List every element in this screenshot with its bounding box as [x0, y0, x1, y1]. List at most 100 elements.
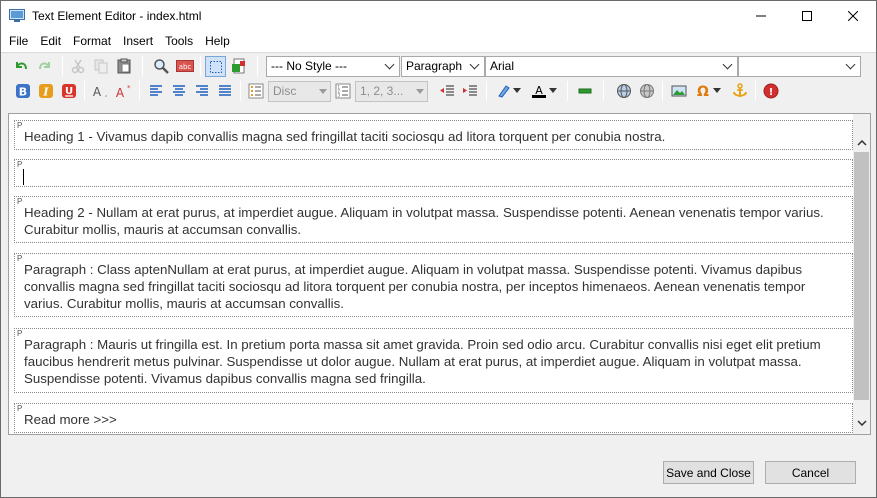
undo-icon[interactable] — [11, 56, 31, 76]
svg-text:,: , — [105, 90, 107, 98]
toolbar-separator — [603, 81, 604, 101]
cut-icon[interactable] — [68, 56, 88, 76]
minimize-button[interactable] — [738, 1, 784, 31]
paragraph-block[interactable]: P Heading 2 - Nullam at erat purus, at i… — [14, 196, 853, 243]
close-button[interactable] — [830, 1, 876, 31]
toolbar-separator — [567, 81, 568, 101]
toolbar-separator — [139, 81, 140, 101]
menu-help[interactable]: Help — [199, 31, 236, 52]
svg-text:B: B — [19, 86, 27, 99]
block-format-select[interactable]: Paragraph — [401, 56, 485, 77]
align-center-icon[interactable] — [169, 81, 189, 101]
paragraph-block[interactable]: P — [14, 159, 853, 187]
style-select[interactable]: --- No Style --- — [266, 56, 400, 77]
outdent-icon[interactable] — [437, 81, 457, 101]
paste-icon[interactable] — [114, 56, 134, 76]
paragraph-block[interactable]: P Paragraph : Mauris ut fringilla est. I… — [14, 328, 853, 393]
show-blocks-icon[interactable] — [205, 56, 226, 77]
paragraph-block[interactable]: P Paragraph : Class aptenNullam at erat … — [14, 253, 853, 317]
copy-icon[interactable] — [91, 56, 111, 76]
block-tag-label: P — [17, 329, 23, 338]
maximize-button[interactable] — [784, 1, 830, 31]
block-text: Read more >>> — [24, 412, 117, 427]
indent-icon[interactable] — [460, 81, 480, 101]
underline-icon[interactable]: U — [59, 81, 79, 101]
svg-text:I: I — [42, 86, 49, 99]
menu-tools[interactable]: Tools — [159, 31, 199, 52]
block-tag-label: P — [17, 121, 23, 130]
chevron-down-icon — [416, 89, 424, 94]
block-tag-label: P — [17, 160, 23, 169]
block-text: Heading 2 - Nullam at erat purus, at imp… — [24, 205, 824, 237]
block-tag-label: P — [17, 254, 23, 263]
find-icon[interactable] — [151, 56, 171, 76]
align-right-icon[interactable] — [192, 81, 212, 101]
menu-edit[interactable]: Edit — [34, 31, 67, 52]
numbering-select[interactable]: 1, 2, 3... — [355, 81, 428, 102]
special-character-dropdown-icon[interactable] — [711, 81, 723, 101]
font-size-select[interactable] — [738, 56, 861, 77]
redo-icon[interactable] — [35, 56, 55, 76]
scroll-up-icon[interactable] — [853, 134, 870, 151]
svg-text:A: A — [116, 86, 125, 99]
text-color-dropdown-icon[interactable] — [547, 81, 559, 101]
align-justify-icon[interactable] — [215, 81, 235, 101]
toolbar-separator — [257, 56, 258, 76]
text-caret — [23, 169, 24, 185]
svg-text:U: U — [65, 86, 73, 97]
toolbar-separator — [62, 56, 63, 76]
block-format-value: Paragraph — [406, 59, 463, 73]
scrollbar-thumb[interactable] — [854, 152, 869, 400]
bullet-list-icon[interactable] — [246, 81, 266, 101]
align-left-icon[interactable] — [146, 81, 166, 101]
vertical-scrollbar[interactable] — [853, 114, 870, 434]
chevron-down-icon — [384, 59, 395, 70]
svg-text:Ω: Ω — [697, 84, 709, 99]
editor-window: Text Element Editor - index.html File Ed… — [0, 0, 877, 498]
menu-file[interactable]: File — [3, 31, 34, 52]
spellcheck-icon[interactable]: abc — [175, 56, 195, 76]
remove-link-icon[interactable] — [637, 81, 657, 101]
font-size-decrease-icon[interactable]: A, — [90, 81, 110, 101]
list-style-select[interactable]: Disc — [268, 81, 331, 102]
chevron-down-icon — [319, 89, 327, 94]
horizontal-rule-icon[interactable] — [575, 81, 595, 101]
italic-icon[interactable]: I — [36, 81, 56, 101]
numbered-list-icon[interactable]: 123 — [333, 81, 353, 101]
block-text: Heading 1 - Vivamus dapib convallis magn… — [24, 129, 666, 144]
chevron-down-icon — [845, 59, 856, 70]
paragraph-block[interactable]: P Read more >>> — [14, 403, 853, 433]
toolbar-separator — [486, 81, 487, 101]
toolbar-separator — [84, 81, 85, 101]
bold-icon[interactable]: B — [13, 81, 33, 101]
insert-image-icon[interactable] — [669, 81, 689, 101]
cancel-button[interactable]: Cancel — [765, 461, 856, 484]
font-family-select[interactable]: Arial — [485, 56, 738, 77]
block-text: Paragraph : Mauris ut fringilla est. In … — [24, 337, 821, 386]
font-family-value: Arial — [490, 59, 515, 73]
style-select-value: --- No Style --- — [271, 59, 347, 73]
window-title: Text Element Editor - index.html — [32, 9, 202, 23]
insert-link-icon[interactable] — [614, 81, 634, 101]
special-character-icon[interactable]: Ω — [693, 81, 713, 101]
font-size-increase-icon[interactable]: A * — [113, 81, 133, 101]
menu-format[interactable]: Format — [67, 31, 117, 52]
paragraph-block[interactable]: P Heading 1 - Vivamus dapib convallis ma… — [14, 120, 853, 150]
save-and-close-button[interactable]: Save and Close — [663, 461, 754, 484]
toolbar-area: abc --- No Style --- Paragraph Arial B I… — [1, 52, 876, 106]
menu-insert[interactable]: Insert — [117, 31, 159, 52]
insert-anchor-icon[interactable] — [730, 81, 750, 101]
toolbar-separator — [240, 81, 241, 101]
block-tag-label: P — [17, 404, 23, 413]
toolbar-separator — [755, 81, 756, 101]
svg-text:A: A — [93, 85, 102, 99]
menu-bar: File Edit Format Insert Tools Help — [1, 31, 876, 52]
source-view-icon[interactable] — [229, 56, 249, 76]
highlight-dropdown-icon[interactable] — [511, 81, 523, 101]
scroll-down-icon[interactable] — [853, 414, 870, 431]
text-color-icon[interactable]: A — [529, 81, 549, 101]
svg-text:*: * — [127, 84, 131, 92]
help-icon[interactable]: ! — [761, 81, 781, 101]
editor-content[interactable]: P Heading 1 - Vivamus dapib convallis ma… — [8, 113, 871, 435]
chevron-down-icon — [722, 59, 733, 70]
